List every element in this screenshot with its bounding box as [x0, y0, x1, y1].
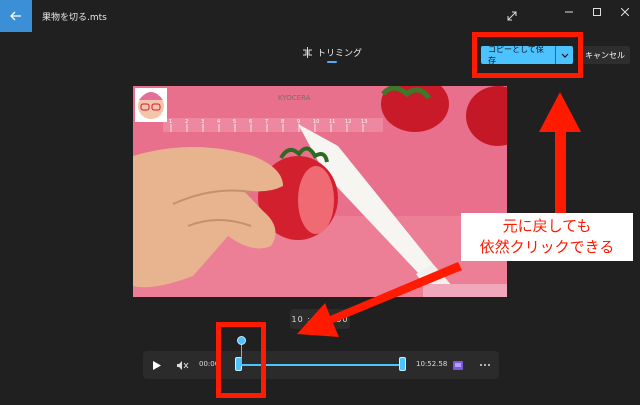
callout-line-2: 依然クリックできる: [479, 238, 615, 256]
annotation-arrows: [297, 92, 581, 337]
arrow-left-down-icon: [297, 262, 462, 337]
annotation-callout: 元に戻しても 依然クリックできる: [461, 213, 633, 261]
callout-line-1: 元に戻しても: [502, 217, 592, 235]
arrow-up-icon: [539, 92, 581, 216]
